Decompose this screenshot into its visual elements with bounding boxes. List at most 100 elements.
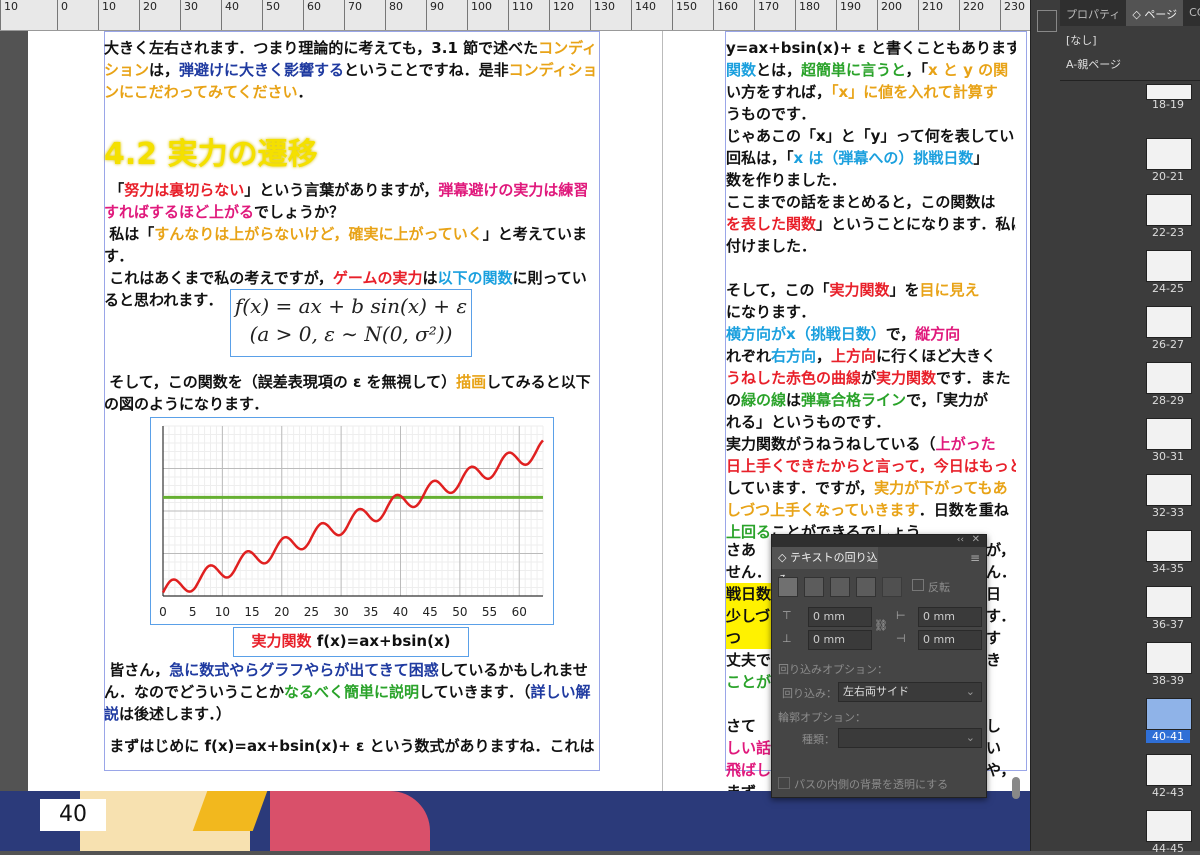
right-text-line: そして，この「実力関数」を目に見え bbox=[726, 281, 980, 299]
scroll-handle[interactable] bbox=[1012, 777, 1020, 799]
spread-thumbnail[interactable] bbox=[1146, 530, 1192, 562]
ruler-tick: 150 bbox=[672, 0, 697, 30]
text-wrap-panel-icon[interactable] bbox=[1037, 10, 1057, 32]
right-text-line: れぞれ右方向，上方向に行くほど大きく bbox=[726, 347, 997, 365]
spread-thumbnail[interactable] bbox=[1146, 194, 1192, 226]
spread-label[interactable]: 32-33 bbox=[1146, 506, 1190, 519]
wrap-bounding-box-button[interactable] bbox=[804, 577, 824, 597]
spread-label[interactable]: 30-31 bbox=[1146, 450, 1190, 463]
invert-checkbox[interactable] bbox=[912, 579, 924, 591]
spread-label[interactable]: 26-27 bbox=[1146, 338, 1190, 351]
para-0: 大きく左右されます．つまり理論的に考えても，3.1 節で述べたコンディションは，… bbox=[104, 39, 598, 101]
right-text-line: の緑の線は弾幕合格ラインで，「実力が bbox=[726, 391, 988, 409]
x-tick-label: 15 bbox=[244, 605, 259, 619]
no-wrap-button[interactable] bbox=[778, 577, 798, 597]
panel-icon-strip bbox=[1030, 0, 1061, 851]
spread-label[interactable]: 40-41 bbox=[1146, 730, 1190, 743]
jump-object-button[interactable] bbox=[856, 577, 876, 597]
spread-label[interactable]: 22-23 bbox=[1146, 226, 1190, 239]
close-icon[interactable]: ✕ bbox=[972, 534, 980, 545]
right-lower-line: せん． bbox=[726, 563, 772, 581]
caption-frame[interactable]: 実力関数 f(x)=ax+bsin(x) bbox=[233, 627, 469, 657]
tab-text-wrap[interactable]: ◇ テキストの回り込み bbox=[772, 547, 878, 586]
spread-thumbnail[interactable] bbox=[1146, 418, 1192, 450]
spread-thumbnail[interactable] bbox=[1146, 474, 1192, 506]
spread-thumbnail[interactable] bbox=[1146, 586, 1192, 618]
spread-label[interactable]: 42-43 bbox=[1146, 786, 1190, 799]
right-lower-edge-line: す． bbox=[986, 607, 1014, 625]
spread-label[interactable]: 34-35 bbox=[1146, 562, 1190, 575]
panel-menu-icon[interactable]: ≡ bbox=[970, 551, 980, 565]
spread-thumbnail[interactable] bbox=[1146, 642, 1192, 674]
x-tick-label: 30 bbox=[333, 605, 348, 619]
ability-function-chart: 0 5 10 15 20 25 30 35 40 45 50 55 60 bbox=[159, 425, 544, 619]
spread-label[interactable]: 38-39 bbox=[1146, 674, 1190, 687]
right-lower-edge-line: ん． bbox=[986, 563, 1014, 581]
link-offsets-icon[interactable]: ⛓ bbox=[874, 619, 888, 632]
ruler-tick: 210 bbox=[918, 0, 943, 30]
spread-label[interactable]: 24-25 bbox=[1146, 282, 1190, 295]
ruler-tick: 20 bbox=[139, 0, 157, 30]
right-lower-line: ことが bbox=[726, 673, 772, 691]
left-offset-field[interactable]: 0 mm bbox=[918, 607, 982, 627]
collapse-icon[interactable]: ‹‹ bbox=[957, 535, 964, 545]
right-text-line bbox=[726, 257, 1016, 279]
footer-yellow-art bbox=[192, 791, 268, 831]
transparent-checkbox[interactable] bbox=[778, 777, 790, 789]
horizontal-ruler[interactable]: 10 0 10 20 30 40 50 60 70 80 90 100 110 120 130 140 150 1… bbox=[0, 0, 1030, 31]
master-none[interactable]: [なし] bbox=[1066, 32, 1097, 48]
spread-label[interactable]: 44-45 bbox=[1146, 842, 1190, 855]
right-lower-line: さて bbox=[726, 717, 757, 735]
spread-thumbnail[interactable] bbox=[1146, 138, 1192, 170]
spread-thumbnail[interactable] bbox=[1146, 698, 1192, 730]
master-a[interactable]: A-親ページ bbox=[1066, 56, 1121, 72]
tab-cc[interactable]: CC bbox=[1183, 0, 1200, 26]
x-tick-label: 35 bbox=[363, 605, 378, 619]
top-offset-icon: ⊤ bbox=[782, 609, 792, 622]
right-lower-edge-line: すき bbox=[986, 629, 1002, 669]
top-offset-field[interactable]: 0 mm bbox=[808, 607, 872, 627]
jump-to-next-column-button[interactable] bbox=[882, 577, 902, 597]
ruler-tick: 40 bbox=[221, 0, 239, 30]
formula-frame[interactable]: f(x) = ax + b sin(x) + ε (a > 0, ε ∼ N(0… bbox=[230, 289, 472, 357]
ruler-tick: 10 bbox=[0, 0, 18, 30]
x-tick-label: 25 bbox=[304, 605, 319, 619]
right-lower-line bbox=[726, 693, 772, 715]
right-page-lower-text: さあせん．戦日数少しづつ丈夫でことが さてしい話飛ばしまず bbox=[726, 539, 772, 803]
transparent-label: パスの内側の背景を透明にする bbox=[794, 778, 949, 791]
x-tick-label: 20 bbox=[274, 605, 289, 619]
chart-frame[interactable]: 0 5 10 15 20 25 30 35 40 45 50 55 60 bbox=[150, 417, 554, 625]
tab-pages[interactable]: ◇ ページ bbox=[1126, 0, 1184, 26]
panel-title-bar[interactable]: ‹‹ ✕ bbox=[772, 534, 986, 547]
spread-label[interactable]: 28-29 bbox=[1146, 394, 1190, 407]
wrap-to-select[interactable]: 左右両サイド ⌄ bbox=[838, 682, 982, 702]
right-offset-field[interactable]: 0 mm bbox=[918, 630, 982, 650]
right-lower-line: さあ bbox=[726, 541, 757, 559]
x-tick-label: 55 bbox=[482, 605, 497, 619]
ruler-tick: 140 bbox=[631, 0, 656, 30]
x-tick-label: 60 bbox=[512, 605, 527, 619]
section-heading: 4.2 実力の遷移 bbox=[104, 137, 318, 172]
spread-thumbnail[interactable] bbox=[1146, 250, 1192, 282]
spread-thumbnail[interactable] bbox=[1146, 810, 1192, 842]
right-lower-line: 少しづつ bbox=[726, 605, 772, 649]
tab-properties[interactable]: プロパティ bbox=[1060, 0, 1126, 26]
spread-thumbnail[interactable] bbox=[1146, 306, 1192, 338]
right-page-lower-edge-text: が，ん．日す．すき しいや， 各 bbox=[986, 539, 1014, 825]
spread-thumbnail[interactable] bbox=[1146, 754, 1192, 786]
contour-type-select[interactable]: ⌄ bbox=[838, 728, 982, 748]
text-wrap-panel[interactable]: ‹‹ ✕ ◇ テキストの回り込み ≡ 反転 ⊤ 0 mm ⊥ 0 mm ⛓ ⊢ … bbox=[771, 534, 987, 798]
right-text-line: ここまでの話をまとめると，この関数は bbox=[726, 193, 996, 211]
ruler-tick: 70 bbox=[344, 0, 362, 30]
spread-thumbnail[interactable] bbox=[1146, 362, 1192, 394]
right-text-line: 回私は，「x は（弾幕への）挑戦日数」 bbox=[726, 149, 989, 167]
right-text-line: 関数とは，超簡単に言うと，「x と y の関 bbox=[726, 61, 1009, 79]
bottom-offset-field[interactable]: 0 mm bbox=[808, 630, 872, 650]
spread-label[interactable]: 18-19 bbox=[1146, 98, 1190, 111]
spread-label[interactable]: 36-37 bbox=[1146, 618, 1190, 631]
wrap-object-shape-button[interactable] bbox=[830, 577, 850, 597]
right-lower-edge-line: 日 bbox=[986, 585, 1002, 603]
ruler-tick: 230 bbox=[1000, 0, 1025, 30]
spread-label[interactable]: 20-21 bbox=[1146, 170, 1190, 183]
right-text-line: 横方向がx（挑戦日数）で，縦方向 bbox=[726, 325, 961, 343]
